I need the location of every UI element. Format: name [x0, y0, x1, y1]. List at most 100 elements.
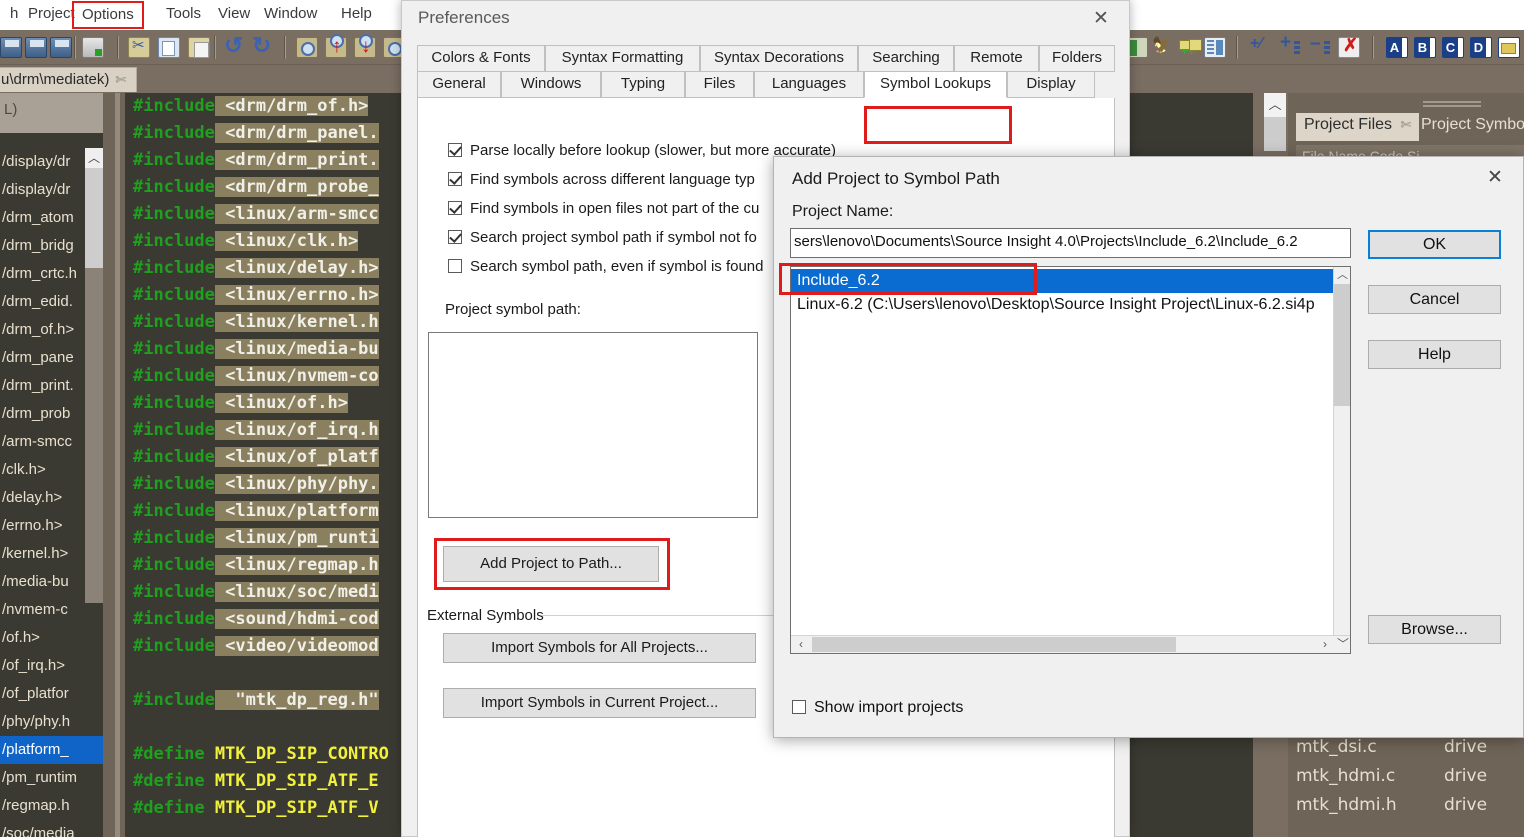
list-item[interactable]: /display/dr	[2, 176, 70, 204]
document-tab[interactable]: u\drm\mediatek) ✄	[0, 67, 138, 92]
list-item[interactable]: /of_irq.h>	[2, 652, 65, 680]
list-item[interactable]: /kernel.h>	[2, 540, 68, 568]
list-item[interactable]: /drm_of.h>	[2, 316, 74, 344]
list-item[interactable]: mtk_hdmi.c drive	[1296, 762, 1487, 790]
search-next-icon[interactable]	[354, 34, 376, 58]
list-item[interactable]: /of_platfor	[2, 680, 69, 708]
close-icon[interactable]: ✄	[115, 72, 126, 87]
scroll-right-icon[interactable]: ›	[1317, 636, 1333, 653]
tab-syntax-decorations[interactable]: Syntax Decorations	[700, 45, 858, 72]
save-icon[interactable]	[0, 37, 22, 58]
search-prev-icon[interactable]	[325, 34, 347, 58]
list-item[interactable]: /clk.h>	[2, 456, 46, 484]
list-item[interactable]: /drm_edid.	[2, 288, 73, 316]
bird-icon[interactable]	[1152, 37, 1174, 58]
list-item[interactable]: /drm_bridg	[2, 232, 74, 260]
project-name-input[interactable]: sers\lenovo\Documents\Source Insight 4.0…	[790, 228, 1351, 258]
checkbox-icon[interactable]	[448, 172, 462, 186]
tab-remote[interactable]: Remote	[954, 45, 1039, 72]
list-item[interactable]: /display/dr	[2, 148, 70, 176]
tab-typing[interactable]: Typing	[601, 71, 685, 98]
remove-rows-icon[interactable]	[1310, 33, 1332, 58]
tab-folders[interactable]: Folders	[1039, 45, 1115, 72]
tab-project-symbols[interactable]: Project Symbo	[1413, 113, 1524, 141]
tab-symbol-lookups[interactable]: Symbol Lookups	[864, 71, 1007, 98]
scrollbar-thumb[interactable]	[1334, 284, 1350, 406]
checkbox-icon[interactable]	[448, 143, 462, 157]
import-symbols-current-project-button[interactable]: Import Symbols in Current Project...	[443, 688, 756, 718]
bookmark-b-icon[interactable]: B	[1414, 37, 1436, 58]
tab-syntax-formatting[interactable]: Syntax Formatting	[545, 45, 700, 72]
project-list[interactable]: Include_6.2 Linux-6.2 (C:\Users\lenovo\D…	[790, 266, 1351, 654]
checkbox-find-open-files[interactable]: Find symbols in open files not part of t…	[448, 200, 759, 217]
bookmark-d-icon[interactable]: D	[1470, 37, 1492, 58]
list-item[interactable]: /arm-smcc	[2, 428, 72, 456]
list-item[interactable]: /soc/media	[2, 820, 75, 837]
list-item[interactable]: /phy/phy.h	[2, 708, 70, 736]
list-item[interactable]: /media-bu	[2, 568, 69, 596]
search-icon[interactable]	[296, 37, 318, 58]
tab-languages[interactable]: Languages	[754, 71, 864, 98]
menu-window[interactable]: Window	[258, 4, 323, 26]
help-button[interactable]: Help	[1368, 340, 1501, 369]
list-item[interactable]: /errno.h>	[2, 512, 62, 540]
list-item[interactable]: Include_6.2	[791, 269, 1334, 293]
menu-help[interactable]: Help	[335, 4, 378, 26]
add-folders-icon[interactable]	[1178, 37, 1200, 58]
menu-options[interactable]: Options	[72, 1, 144, 29]
compare-icon[interactable]	[1204, 37, 1226, 58]
import-symbols-all-projects-button[interactable]: Import Symbols for All Projects...	[443, 633, 756, 663]
tab-searching[interactable]: Searching	[858, 45, 954, 72]
bookmark-a-icon[interactable]: A	[1386, 37, 1408, 58]
list-item[interactable]: /drm_crtc.h	[2, 260, 77, 288]
list-item[interactable]: /platform_	[0, 736, 103, 764]
checkbox-icon[interactable]	[448, 259, 462, 273]
tab-colors-fonts[interactable]: Colors & Fonts	[417, 45, 545, 72]
tab-general[interactable]: General	[417, 71, 501, 98]
tab-files[interactable]: Files	[685, 71, 754, 98]
tab-windows[interactable]: Windows	[501, 71, 601, 98]
checkbox-search-symbol-path-always[interactable]: Search symbol path, even if symbol is fo…	[448, 258, 763, 275]
list-item[interactable]: mtk_hdmi.h drive	[1296, 791, 1487, 819]
checkbox-search-project-symbol-path[interactable]: Search project symbol path if symbol not…	[448, 229, 757, 246]
close-icon[interactable]: ✕	[1081, 5, 1121, 33]
scroll-up-icon[interactable]: ︿	[85, 148, 103, 168]
paste-icon[interactable]	[188, 37, 210, 58]
checkbox-icon[interactable]	[792, 700, 806, 714]
browse-button[interactable]: Browse...	[1368, 615, 1501, 644]
cut-icon[interactable]	[128, 36, 150, 58]
add-rows-icon[interactable]	[1280, 32, 1302, 58]
project-list-vertical-scrollbar[interactable]: ︿	[1333, 267, 1350, 638]
list-item[interactable]: /of.h>	[2, 624, 40, 652]
left-panel-scrollbar[interactable]: ︿	[85, 148, 103, 603]
checkbox-icon[interactable]	[448, 201, 462, 215]
ok-button[interactable]: OK	[1368, 230, 1501, 259]
scroll-up-icon[interactable]: ︿	[1334, 267, 1350, 284]
scroll-down-icon[interactable]: ﹀	[1335, 636, 1350, 653]
add-project-to-path-button[interactable]: Add Project to Path...	[443, 546, 659, 582]
print-icon[interactable]	[82, 37, 104, 58]
list-item[interactable]: Linux-6.2 (C:\Users\lenovo\Desktop\Sourc…	[793, 293, 1315, 317]
list-item[interactable]: /nvmem-c	[2, 596, 68, 624]
checkbox-show-import-projects[interactable]: Show import projects	[792, 699, 963, 717]
tab-project-files[interactable]: Project Files ✄	[1296, 113, 1420, 141]
list-item[interactable]: /regmap.h	[2, 792, 70, 820]
close-icon[interactable]: ✄	[1400, 117, 1411, 132]
redo-icon[interactable]	[252, 32, 274, 59]
list-item[interactable]: /delay.h>	[2, 484, 62, 512]
scrollbar-thumb[interactable]	[85, 168, 103, 268]
list-item[interactable]: /drm_prob	[2, 400, 70, 428]
save-all-icon[interactable]	[50, 37, 72, 58]
list-item[interactable]: /drm_pane	[2, 344, 74, 372]
undo-icon[interactable]	[224, 32, 246, 59]
list-item[interactable]: /pm_runtim	[2, 764, 77, 792]
checkbox-icon[interactable]	[448, 230, 462, 244]
checkbox-find-across-languages[interactable]: Find symbols across different language t…	[448, 171, 755, 188]
panel-grip[interactable]	[1423, 101, 1481, 108]
bookmark-c-icon[interactable]: C	[1442, 37, 1464, 58]
project-list-horizontal-scrollbar[interactable]: ‹ › ﹀	[791, 635, 1350, 653]
close-icon[interactable]: ✕	[1477, 165, 1513, 191]
project-symbol-path-list[interactable]	[428, 332, 758, 518]
menu-tools[interactable]: Tools	[160, 4, 207, 26]
list-item[interactable]: /drm_atom	[2, 204, 74, 232]
